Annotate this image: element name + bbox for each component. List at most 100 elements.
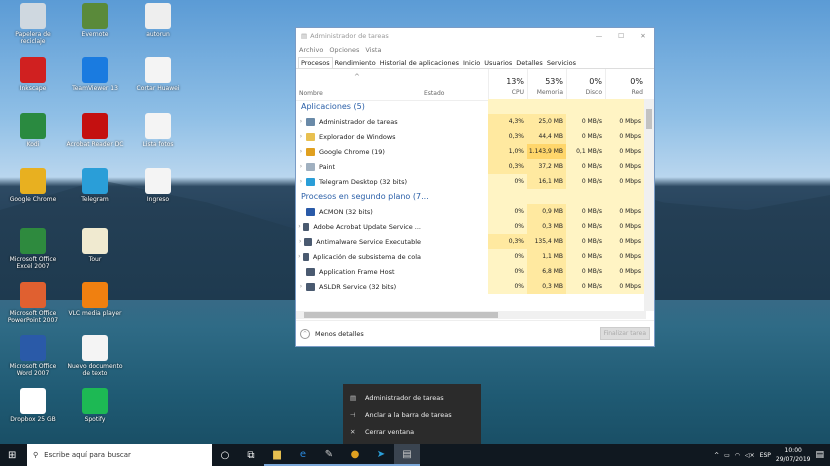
chevron-right-icon[interactable]: ›	[296, 283, 306, 290]
process-row[interactable]: › Paint 0,3% 37,2 MB 0 MB/s 0 Mbps	[296, 159, 646, 174]
column-disk[interactable]: 0% Disco	[566, 69, 605, 101]
desktop-icon[interactable]: Lista fotos	[128, 113, 188, 148]
app-icon	[82, 3, 108, 29]
tab-inicio[interactable]: Inicio	[461, 58, 482, 68]
process-row[interactable]: › Aplicación de subsistema de cola 0% 1,1 M…	[296, 249, 646, 264]
end-task-button[interactable]: Finalizar tarea	[599, 327, 650, 340]
process-row[interactable]: › Google Chrome (19) 1,0% 1.143,9 MB 0,1 MB/…	[296, 144, 646, 159]
desktop-icon[interactable]: TeamViewer 13	[65, 57, 125, 92]
process-row[interactable]: › Adobe Acrobat Update Service ... 0% 0,3 M…	[296, 219, 646, 234]
volume-icon[interactable]: ◁×	[745, 452, 755, 459]
context-menu-item[interactable]: ⊣ Anclar a la barra de tareas	[343, 406, 481, 423]
desktop-icon[interactable]: Nuevo documento de texto	[65, 335, 125, 377]
start-button[interactable]: ⊞	[8, 450, 16, 461]
taskbar-apps: ○ ⧉ ▆ e ✎ ● ➤ ▤	[212, 444, 420, 466]
process-name: › Aplicación de subsistema de cola	[296, 252, 421, 261]
notifications-icon[interactable]: ▤	[815, 450, 824, 460]
column-name[interactable]: Nombre	[299, 90, 323, 97]
desktop-icon[interactable]: autorun	[128, 3, 188, 38]
desktop-icon[interactable]: Inkscape	[3, 57, 63, 92]
chevron-right-icon[interactable]: ›	[296, 223, 303, 230]
desktop-icon[interactable]: Microsoft Office PowerPoint 2007	[3, 282, 63, 324]
desktop-icon[interactable]: Telegram	[65, 168, 125, 203]
network-icon[interactable]: ▭	[724, 452, 730, 459]
context-menu: ▤ Administrador de tareas ⊣ Anclar a la bar…	[343, 384, 481, 444]
less-details-link[interactable]: Menos detalles	[315, 330, 364, 338]
chevron-right-icon[interactable]: ›	[296, 163, 306, 170]
chevron-right-icon[interactable]: ›	[296, 118, 306, 125]
context-menu-item[interactable]: ▤ Administrador de tareas	[343, 389, 481, 406]
cell: 0 Mbps	[605, 234, 644, 249]
horizontal-scrollbar[interactable]	[296, 311, 646, 319]
menu-item[interactable]: Opciones	[329, 46, 359, 54]
group-title: Aplicaciones (5)	[301, 102, 365, 111]
desktop-icon[interactable]: Microsoft Office Excel 2007	[3, 228, 63, 270]
desktop-icon-label: Cortar Huawei	[136, 85, 180, 92]
cell: 0,3%	[488, 159, 527, 174]
tab-procesos[interactable]: Procesos	[298, 57, 333, 68]
app-icon	[82, 335, 108, 361]
tab-detalles[interactable]: Detalles	[514, 58, 545, 68]
process-row[interactable]: Application Frame Host 0% 6,8 MB 0 MB/s 0 Mb…	[296, 264, 646, 279]
taskbar-file-explorer-icon[interactable]: ▆	[264, 444, 290, 466]
taskbar-task-manager-icon[interactable]: ▤	[394, 444, 420, 466]
scroll-thumb[interactable]	[646, 109, 652, 129]
cell: 0 Mbps	[605, 204, 644, 219]
maximize-button[interactable]: ☐	[610, 32, 632, 40]
desktop-icon-label: Spotify	[84, 416, 106, 423]
scroll-thumb[interactable]	[304, 312, 498, 318]
tab-servicios[interactable]: Servicios	[545, 58, 578, 68]
desktop-icon[interactable]: Cortar Huawei	[128, 57, 188, 92]
taskbar-chrome-icon[interactable]: ●	[342, 444, 368, 466]
desktop-icon[interactable]: VLC media player	[65, 282, 125, 317]
chevron-right-icon[interactable]: ›	[296, 238, 304, 245]
desktop-icon[interactable]: Microsoft Office Word 2007	[3, 335, 63, 377]
desktop-icon[interactable]: Google Chrome	[3, 168, 63, 203]
process-row[interactable]: › Telegram Desktop (32 bits) 0% 16,1 MB 0 MB…	[296, 174, 646, 189]
process-row[interactable]: › ASLDR Service (32 bits) 0% 0,3 MB 0 MB/s 0 …	[296, 279, 646, 294]
taskbar-telegram-icon[interactable]: ➤	[368, 444, 394, 466]
tab-usuarios[interactable]: Usuarios	[482, 58, 514, 68]
chevron-up-icon[interactable]: ^	[300, 328, 310, 339]
desktop-icon[interactable]: Evernote	[65, 3, 125, 38]
process-name: Application Frame Host	[296, 267, 421, 276]
taskbar-edge-icon[interactable]: e	[290, 444, 316, 466]
chevron-right-icon[interactable]: ›	[296, 253, 303, 260]
desktop-icon[interactable]: Papelera de reciclaje	[3, 3, 63, 45]
column-status[interactable]: Estado	[424, 90, 444, 97]
app-icon	[20, 388, 46, 414]
taskbar-cortana-icon[interactable]: ○	[212, 444, 238, 466]
desktop-icon[interactable]: Acrobat Reader DC	[65, 113, 125, 148]
service-icon	[304, 237, 313, 246]
tab-rendimiento[interactable]: Rendimiento	[333, 58, 378, 68]
wifi-icon[interactable]: ◠	[735, 452, 740, 459]
chevron-up-icon[interactable]: ^	[714, 452, 719, 459]
desktop-icon[interactable]: Dropbox 25 GB	[3, 388, 63, 423]
taskbar-task-view-icon[interactable]: ⧉	[238, 444, 264, 466]
minimize-button[interactable]: —	[588, 32, 610, 40]
column-memory[interactable]: 53% Memoria	[527, 69, 566, 101]
close-button[interactable]: ✕	[632, 32, 654, 40]
context-menu-item[interactable]: ✕ Cerrar ventana	[343, 423, 481, 440]
desktop-icon[interactable]: Ingreso	[128, 168, 188, 203]
desktop-icon[interactable]: Kodi	[3, 113, 63, 148]
process-row[interactable]: › Explorador de Windows 0,3% 44,4 MB 0 MB/s 0…	[296, 129, 646, 144]
desktop-icon[interactable]: Spotify	[65, 388, 125, 423]
column-network[interactable]: 0% Red	[605, 69, 646, 101]
column-cpu[interactable]: 13% CPU	[488, 69, 527, 101]
language-indicator[interactable]: ESP	[760, 452, 771, 459]
process-row[interactable]: › Antimalware Service Executable 0,3% 135,4…	[296, 234, 646, 249]
clock[interactable]: 10:00 29/07/2019	[776, 446, 811, 464]
vertical-scrollbar[interactable]	[644, 99, 654, 311]
menu-item[interactable]: Archivo	[299, 46, 323, 54]
tab-historial-de-aplicaciones[interactable]: Historial de aplicaciones	[378, 58, 461, 68]
menu-item[interactable]: Vista	[365, 46, 381, 54]
process-row[interactable]: › Administrador de tareas 4,3% 25,0 MB 0 MB/…	[296, 114, 646, 129]
chevron-right-icon[interactable]: ›	[296, 178, 306, 185]
taskbar-paint-icon[interactable]: ✎	[316, 444, 342, 466]
chevron-right-icon[interactable]: ›	[296, 148, 306, 155]
process-row[interactable]: ACMON (32 bits) 0% 0,9 MB 0 MB/s 0 Mbps	[296, 204, 646, 219]
chevron-right-icon[interactable]: ›	[296, 133, 306, 140]
search-box[interactable]: ⚲ Escribe aquí para buscar	[27, 444, 212, 466]
desktop-icon[interactable]: Tour	[65, 228, 125, 263]
